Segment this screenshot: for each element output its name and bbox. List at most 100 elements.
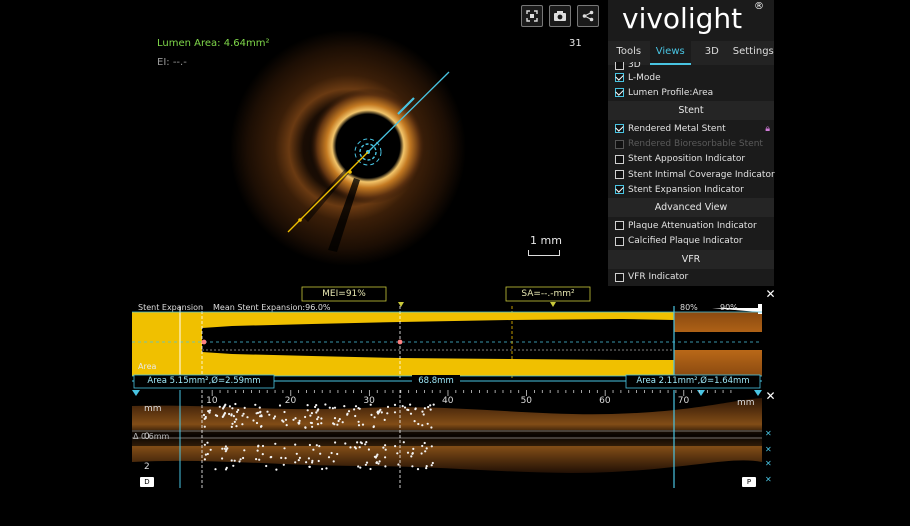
stent-strut-dot <box>369 467 372 471</box>
svg-text:✕: ✕ <box>765 459 772 468</box>
proximal-marker[interactable]: P <box>742 477 756 487</box>
checkbox-calcified-plaque[interactable] <box>615 236 624 246</box>
close-lmode-button[interactable]: ✕ <box>765 390 776 402</box>
option-stent-apposition[interactable]: Stent Apposition Indicator <box>608 152 774 167</box>
stent-strut-dot <box>364 463 367 466</box>
stent-strut-dot <box>315 404 318 407</box>
stent-strut-dot <box>373 416 376 419</box>
checkbox-stent-intimal-coverage[interactable] <box>615 170 624 180</box>
stent-strut-dot <box>382 446 385 449</box>
stent-strut-dot <box>409 412 413 415</box>
checkbox-vfr-indicator[interactable] <box>615 272 624 282</box>
stent-strut-dot <box>411 465 414 468</box>
option-label: Stent Intimal Coverage Indicator <box>628 169 775 180</box>
option-stent-intimal-coverage[interactable]: Stent Intimal Coverage Indicator <box>608 167 775 182</box>
stent-strut-dot <box>386 412 389 415</box>
stent-strut-dot <box>317 408 320 411</box>
stent-strut-dot <box>258 458 261 461</box>
option-label: Stent Apposition Indicator <box>628 154 746 165</box>
stent-strut-dot <box>292 418 295 421</box>
stent-strut-dot <box>327 456 331 459</box>
stent-strut-dot <box>324 403 327 406</box>
camera-icon <box>554 11 566 21</box>
stent-strut-dot <box>231 407 234 410</box>
option-label: Rendered Bioresorbable Stent <box>628 139 763 150</box>
area-axis-label: Area <box>138 362 157 371</box>
lmode-tick-label: 50 <box>520 396 533 406</box>
stent-strut-dot <box>372 425 375 428</box>
stent-strut-dot <box>421 424 424 427</box>
stent-strut-dot <box>225 466 228 469</box>
stent-strut-dot <box>421 444 424 448</box>
option-3d[interactable]: 3D <box>608 62 774 70</box>
stent-strut-dot <box>283 447 286 450</box>
option-label: VFR Indicator <box>628 272 689 283</box>
oct-cross-section-view[interactable]: Lumen Area: 4.64mm² EI: --.- 31 1 mm <box>132 0 606 286</box>
stent-strut-dot <box>393 403 397 406</box>
option-rendered-metal-stent[interactable]: Rendered Metal Stent 🔒︎ <box>608 121 774 136</box>
stent-strut-dot <box>278 404 282 407</box>
share-icon <box>582 10 594 22</box>
stent-strut-dot <box>298 421 301 425</box>
stent-strut-dot <box>203 417 206 420</box>
option-vfr-indicator[interactable]: VFR Indicator <box>608 270 774 285</box>
stent-strut-dot <box>356 441 359 444</box>
stent-strut-dot <box>358 407 361 410</box>
distal-marker[interactable]: D <box>140 477 154 487</box>
stent-strut-dot <box>254 403 257 406</box>
stent-strut-dot <box>231 422 234 425</box>
option-calcified-plaque[interactable]: Calcified Plaque Indicator <box>608 234 774 249</box>
checkbox-stent-apposition[interactable] <box>615 154 624 164</box>
stent-strut-dot <box>317 459 320 463</box>
stent-strut-dot <box>354 405 358 408</box>
stent-strut-dot <box>224 403 227 406</box>
stent-strut-dot <box>256 449 259 452</box>
stent-strut-dot <box>384 465 387 468</box>
stent-strut-dot <box>367 448 370 451</box>
stent-strut-dot <box>202 413 206 417</box>
stent-strut-dot <box>341 421 344 424</box>
checkbox-plaque-attenuation[interactable] <box>615 221 624 231</box>
stent-strut-dot <box>233 459 236 462</box>
checkbox-3d[interactable] <box>615 62 624 70</box>
stent-strut-dot <box>432 403 435 406</box>
stent-strut-dot <box>297 459 300 462</box>
stent-strut-dot <box>413 420 416 423</box>
close-expansion-button[interactable]: ✕ <box>765 288 776 300</box>
option-l-mode[interactable]: L-Mode <box>608 70 774 85</box>
stent-strut-dot <box>232 415 235 418</box>
stent-strut-dot <box>317 416 320 419</box>
checkbox-rendered-metal-stent[interactable] <box>615 124 624 134</box>
longitudinal-view[interactable]: ✕ ✕ ✕ ✕ Stent Expansion Mean Stent Expan… <box>132 286 778 490</box>
stent-strut-dot <box>308 465 311 468</box>
stent-strut-dot <box>311 425 314 428</box>
checkbox-stent-expansion[interactable] <box>615 185 624 195</box>
expansion-title: Stent Expansion <box>138 303 204 312</box>
stent-strut-dot <box>360 442 363 445</box>
depth-delta: Δ 0.6mm <box>133 432 170 441</box>
option-stent-expansion[interactable]: Stent Expansion Indicator <box>608 182 774 197</box>
stent-strut-dot <box>422 413 425 416</box>
snapshot-button[interactable] <box>549 5 571 27</box>
stent-strut-dot <box>430 464 433 467</box>
checkbox-l-mode[interactable] <box>615 73 624 83</box>
option-lumen-profile-area[interactable]: Lumen Profile:Area <box>608 85 774 100</box>
stent-strut-dot <box>306 404 309 407</box>
stent-strut-dot <box>403 406 407 409</box>
stent-strut-dot <box>361 423 365 426</box>
section-stent: Stent <box>608 101 774 121</box>
stent-strut-dot <box>284 457 287 460</box>
checkbox-lumen-profile[interactable] <box>615 88 624 98</box>
stent-strut-dot <box>224 445 227 448</box>
fullscreen-button[interactable] <box>521 5 543 27</box>
option-label: 3D <box>628 62 641 70</box>
stent-strut-dot <box>325 467 328 470</box>
share-button[interactable] <box>577 5 599 27</box>
stent-strut-dot <box>320 422 323 425</box>
stent-strut-dot <box>333 423 336 426</box>
stent-strut-dot <box>241 423 244 426</box>
option-plaque-attenuation[interactable]: Plaque Attenuation Indicator <box>608 218 774 233</box>
stent-strut-dot <box>309 421 312 424</box>
stent-strut-dot <box>206 441 209 444</box>
stent-strut-dot <box>384 456 387 459</box>
